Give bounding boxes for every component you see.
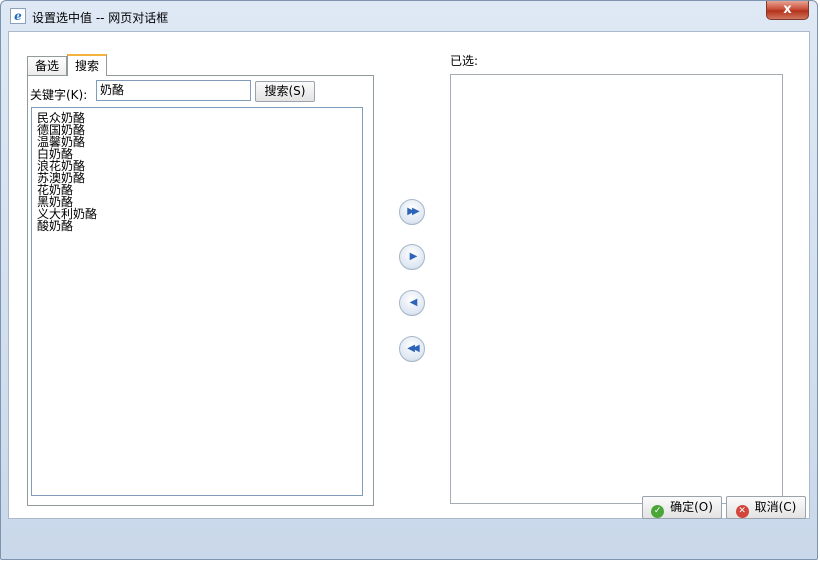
add-all-button[interactable]: ▶▶ bbox=[399, 199, 425, 225]
list-item[interactable]: 民众奶酪 bbox=[37, 112, 357, 124]
dialog-window: e 设置选中值 -- 网页对话框 x 备选 搜索 关键字(K): 奶酪 搜索(S… bbox=[0, 0, 818, 560]
tab-candidates[interactable]: 备选 bbox=[27, 56, 67, 75]
title-bar: e 设置选中值 -- 网页对话框 x bbox=[1, 1, 817, 31]
cancel-button-label: 取消(C) bbox=[754, 500, 797, 514]
x-circle-icon: ✕ bbox=[735, 505, 749, 518]
selected-list[interactable] bbox=[450, 74, 783, 504]
keyword-input[interactable]: 奶酪 bbox=[96, 80, 251, 101]
search-button[interactable]: 搜索(S) bbox=[255, 81, 315, 102]
list-item[interactable]: 德国奶酪 bbox=[37, 124, 357, 136]
list-item[interactable]: 白奶酪 bbox=[37, 148, 357, 160]
list-item[interactable]: 酸奶酪 bbox=[37, 220, 357, 232]
remove-button[interactable]: ◀ bbox=[399, 290, 425, 316]
list-item[interactable]: 义大利奶酪 bbox=[37, 208, 357, 220]
search-panel: 关键字(K): 奶酪 搜索(S) 民众奶酪 德国奶酪 温馨奶酪 白奶酪 浪花奶酪 苏澳奶酪… bbox=[27, 75, 374, 506]
ok-button[interactable]: ✓ 确定(O) bbox=[642, 496, 722, 519]
available-list[interactable]: 民众奶酪 德国奶酪 温馨奶酪 白奶酪 浪花奶酪 苏澳奶酪 花奶酪 黑奶酪 义大利奶酪 酸奶酪 bbox=[31, 107, 363, 496]
cancel-button[interactable]: ✕ 取消(C) bbox=[726, 496, 806, 519]
close-button[interactable]: x bbox=[766, 1, 809, 20]
tab-search[interactable]: 搜索 bbox=[67, 54, 107, 76]
list-item[interactable]: 苏澳奶酪 bbox=[37, 172, 357, 184]
keyword-label: 关键字(K): bbox=[30, 88, 88, 102]
ie-icon: e bbox=[10, 8, 26, 24]
list-item[interactable]: 花奶酪 bbox=[37, 184, 357, 196]
remove-all-button[interactable]: ◀◀ bbox=[399, 336, 425, 362]
check-circle-icon: ✓ bbox=[651, 505, 665, 518]
list-item[interactable]: 浪花奶酪 bbox=[37, 160, 357, 172]
selected-label: 已选: bbox=[450, 54, 479, 68]
list-item[interactable]: 温馨奶酪 bbox=[37, 136, 357, 148]
ok-button-label: 确定(O) bbox=[670, 500, 713, 514]
dialog-body: 备选 搜索 关键字(K): 奶酪 搜索(S) 民众奶酪 德国奶酪 温馨奶酪 白奶酪 浪花… bbox=[8, 31, 810, 519]
add-button[interactable]: ▶ bbox=[399, 244, 425, 270]
window-title: 设置选中值 -- 网页对话框 bbox=[32, 11, 169, 25]
